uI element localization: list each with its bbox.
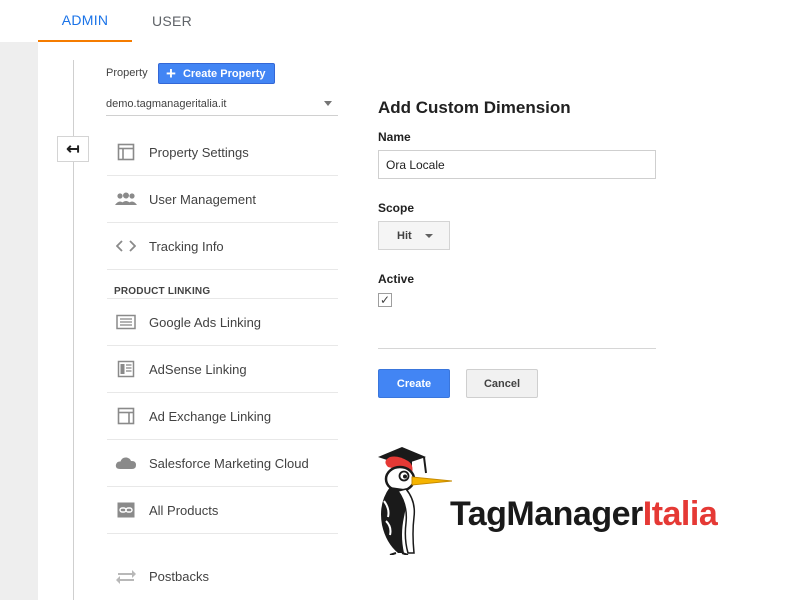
woodpecker-mascot-icon bbox=[378, 447, 452, 555]
create-button[interactable]: Create bbox=[378, 369, 450, 398]
nav-item-label: User Management bbox=[149, 191, 256, 207]
code-icon bbox=[115, 237, 137, 255]
chevron-down-icon bbox=[425, 234, 433, 238]
chevron-down-icon bbox=[324, 101, 332, 106]
nav-item-label: AdSense Linking bbox=[149, 361, 247, 377]
nav-item-label: Google Ads Linking bbox=[149, 314, 262, 330]
brand-logo-part2: Italia bbox=[642, 495, 718, 533]
nav-item-user-management[interactable]: User Management bbox=[107, 176, 338, 223]
cloud-icon bbox=[115, 454, 137, 472]
nav-item-ad-exchange-linking[interactable]: Ad Exchange Linking bbox=[107, 393, 338, 440]
plus-icon: + bbox=[166, 64, 176, 83]
google-ads-icon bbox=[115, 313, 137, 331]
back-button[interactable]: ↤ bbox=[57, 136, 89, 162]
nav-item-label: Tracking Info bbox=[149, 238, 224, 254]
left-gutter bbox=[0, 42, 38, 600]
nav-item-adsense-linking[interactable]: AdSense Linking bbox=[107, 346, 338, 393]
postbacks-icon bbox=[115, 568, 137, 586]
property-select[interactable]: demo.tagmanageritalia.it bbox=[106, 92, 338, 116]
checkmark-icon: ✓ bbox=[379, 293, 391, 307]
nav-item-label: Property Settings bbox=[149, 144, 249, 160]
nav-item-property-settings[interactable]: Property Settings bbox=[107, 129, 338, 176]
nav-item-tracking-info[interactable]: Tracking Info bbox=[107, 223, 338, 270]
nav-item-postbacks[interactable]: Postbacks bbox=[107, 553, 338, 600]
section-title-product-linking: PRODUCT LINKING bbox=[114, 286, 211, 297]
link-icon bbox=[115, 501, 137, 519]
nav-item-label: Postbacks bbox=[149, 569, 209, 584]
create-property-label: Create Property bbox=[182, 67, 266, 80]
cancel-button[interactable]: Cancel bbox=[466, 369, 538, 398]
name-field[interactable] bbox=[378, 150, 656, 179]
nav-item-label: All Products bbox=[149, 502, 219, 518]
name-label: Name bbox=[378, 130, 411, 144]
property-label: Property bbox=[106, 67, 148, 79]
scope-select[interactable]: Hit bbox=[378, 221, 450, 250]
nav-item-google-ads-linking[interactable]: Google Ads Linking bbox=[107, 299, 338, 346]
brand-logo-part1: TagManager bbox=[450, 495, 643, 533]
tab-user[interactable]: USER bbox=[132, 0, 212, 42]
divider bbox=[378, 348, 656, 349]
page-title: Add Custom Dimension bbox=[378, 98, 571, 117]
create-property-button[interactable]: + Create Property bbox=[158, 63, 275, 84]
brand-logo-text: TagManagerItalia bbox=[450, 495, 718, 533]
nav-item-label: Salesforce Marketing Cloud bbox=[149, 455, 309, 471]
top-tab-bar: ADMIN USER bbox=[0, 0, 800, 42]
users-icon bbox=[115, 190, 137, 208]
arrow-back-icon: ↤ bbox=[66, 141, 80, 158]
tab-admin[interactable]: ADMIN bbox=[38, 0, 132, 42]
nav-item-all-products[interactable]: All Products bbox=[107, 487, 338, 534]
active-label: Active bbox=[378, 272, 415, 286]
active-checkbox[interactable]: ✓ bbox=[378, 293, 392, 307]
scope-label: Scope bbox=[378, 201, 415, 215]
property-settings-icon bbox=[115, 143, 137, 161]
nav-item-label: Ad Exchange Linking bbox=[149, 408, 272, 424]
adsense-icon bbox=[115, 360, 137, 378]
property-select-value: demo.tagmanageritalia.it bbox=[106, 97, 227, 110]
nav-item-salesforce-marketing-cloud[interactable]: Salesforce Marketing Cloud bbox=[107, 440, 338, 487]
ad-exchange-icon bbox=[115, 407, 137, 425]
scope-select-value: Hit bbox=[397, 229, 412, 242]
